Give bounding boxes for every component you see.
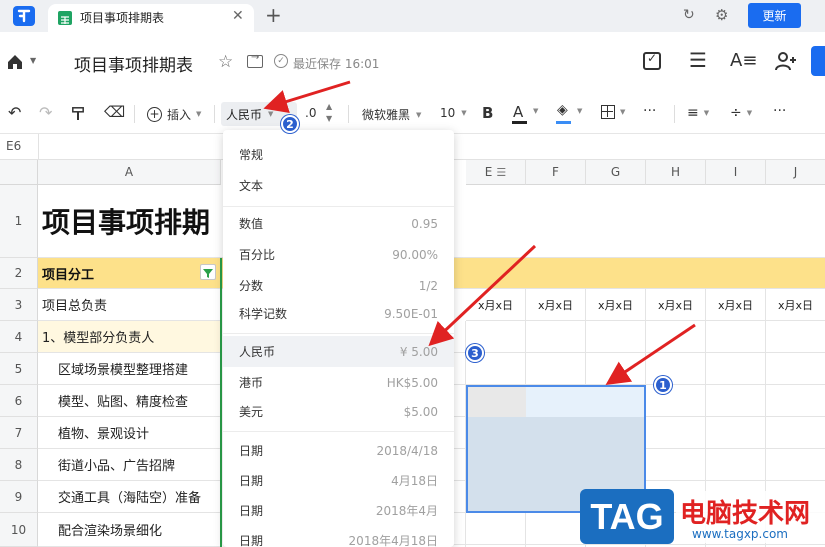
annotation-badge-2: 2 bbox=[281, 115, 299, 133]
badge-label: 3 bbox=[471, 346, 479, 360]
watermark-site-name: 电脑技术网 bbox=[680, 499, 811, 529]
tag-logo: TAG bbox=[580, 489, 674, 544]
badge-label: 1 bbox=[659, 378, 667, 392]
badge-label: 2 bbox=[286, 117, 294, 131]
annotation-badge-1: 1 bbox=[654, 376, 672, 394]
annotation-arrow-3 bbox=[428, 244, 537, 347]
watermark: TAG 电脑技术网 www.tagxp.com bbox=[580, 487, 825, 547]
tag-logo-text: TAG bbox=[590, 495, 664, 537]
annotation-badge-3: 3 bbox=[466, 344, 484, 362]
annotation-arrow-2 bbox=[263, 80, 351, 114]
watermark-url: www.tagxp.com bbox=[692, 527, 788, 541]
annotation-arrow-1 bbox=[605, 323, 696, 386]
annotation-arrows bbox=[263, 80, 696, 386]
